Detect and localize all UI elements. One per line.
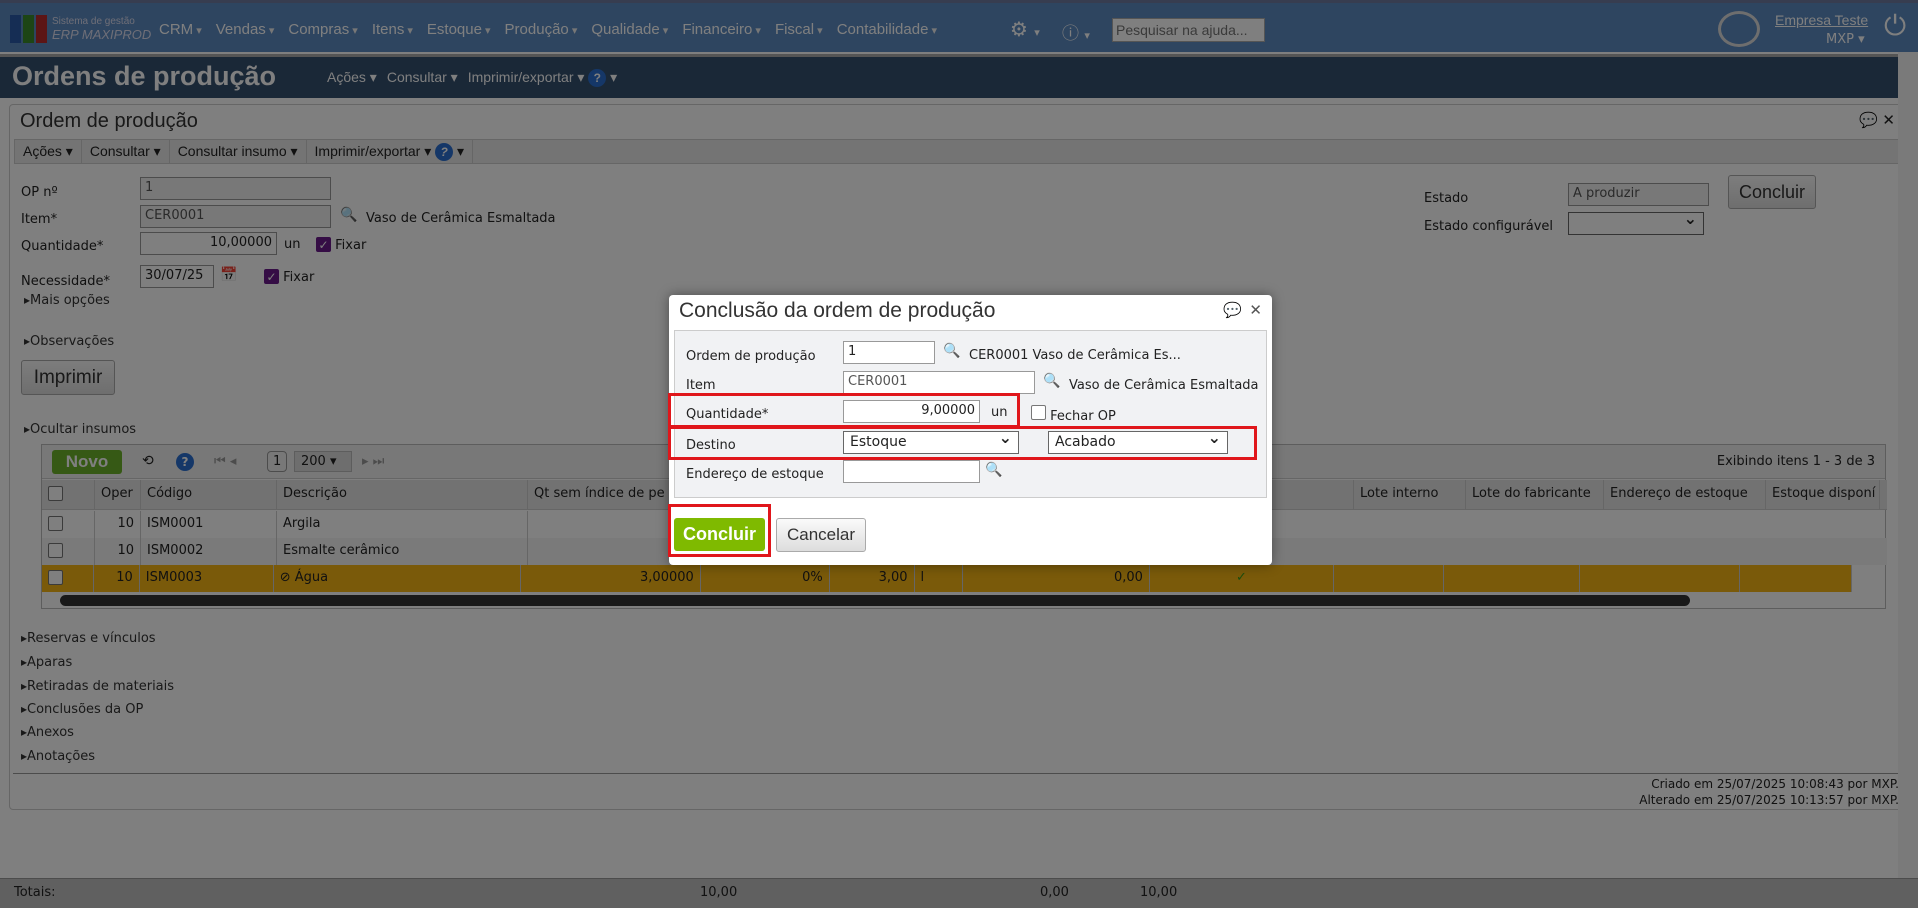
search-icon[interactable]: 🔍 <box>943 343 960 359</box>
fechar-op-label: Fechar OP <box>1050 409 1116 424</box>
dialog-title: Conclusão da ordem de produção <box>679 299 996 322</box>
search-icon[interactable]: 🔍 <box>1043 373 1060 389</box>
dialog-cancelar-button[interactable]: Cancelar <box>776 518 866 552</box>
item-label: Item <box>686 378 716 393</box>
highlight-quantity <box>668 393 1020 428</box>
op-label: Ordem de produção <box>686 349 816 364</box>
endereco-field[interactable] <box>843 460 980 483</box>
close-icon[interactable]: ✕ <box>1249 301 1262 319</box>
highlight-destino <box>668 426 1257 460</box>
conclusion-dialog: Conclusão da ordem de produção 💬 ✕ Ordem… <box>668 295 1272 565</box>
highlight-concluir <box>668 504 771 557</box>
fechar-op-checkbox[interactable]: Fechar OP <box>1031 405 1116 424</box>
item-description: Vaso de Cerâmica Esmaltada <box>1069 378 1259 393</box>
item-field[interactable]: CER0001 <box>843 371 1035 394</box>
op-field[interactable]: 1 <box>843 341 935 364</box>
endereco-label: Endereço de estoque <box>686 467 824 482</box>
search-icon[interactable]: 🔍 <box>985 462 1002 478</box>
comment-icon[interactable]: 💬 <box>1223 301 1242 319</box>
op-description: CER0001 Vaso de Cerâmica Es... <box>969 348 1181 363</box>
